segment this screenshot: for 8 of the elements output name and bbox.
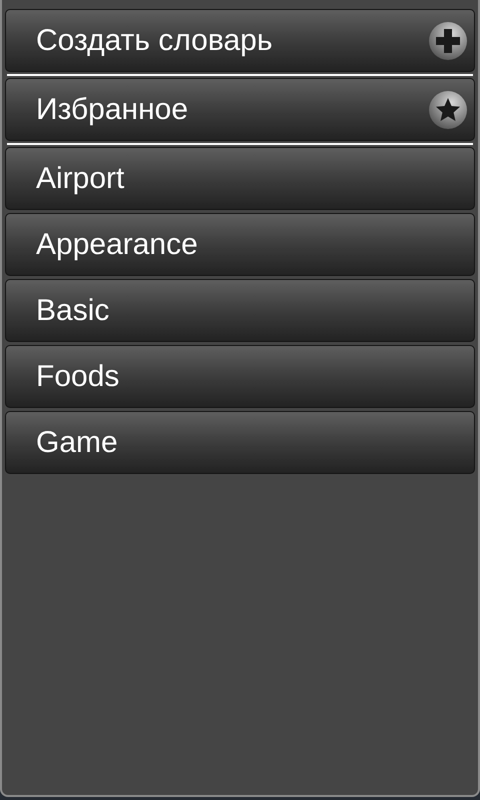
list-item[interactable]: Basic (5, 279, 475, 342)
list-item[interactable]: Foods (5, 345, 475, 408)
list-item[interactable]: Создать словарь (5, 9, 475, 72)
list-item[interactable]: Airport (5, 147, 475, 210)
plus-icon (428, 20, 468, 60)
list-item[interactable]: Избранное (5, 78, 475, 141)
list-item[interactable]: Game (5, 411, 475, 474)
list-item[interactable]: Appearance (5, 213, 475, 276)
